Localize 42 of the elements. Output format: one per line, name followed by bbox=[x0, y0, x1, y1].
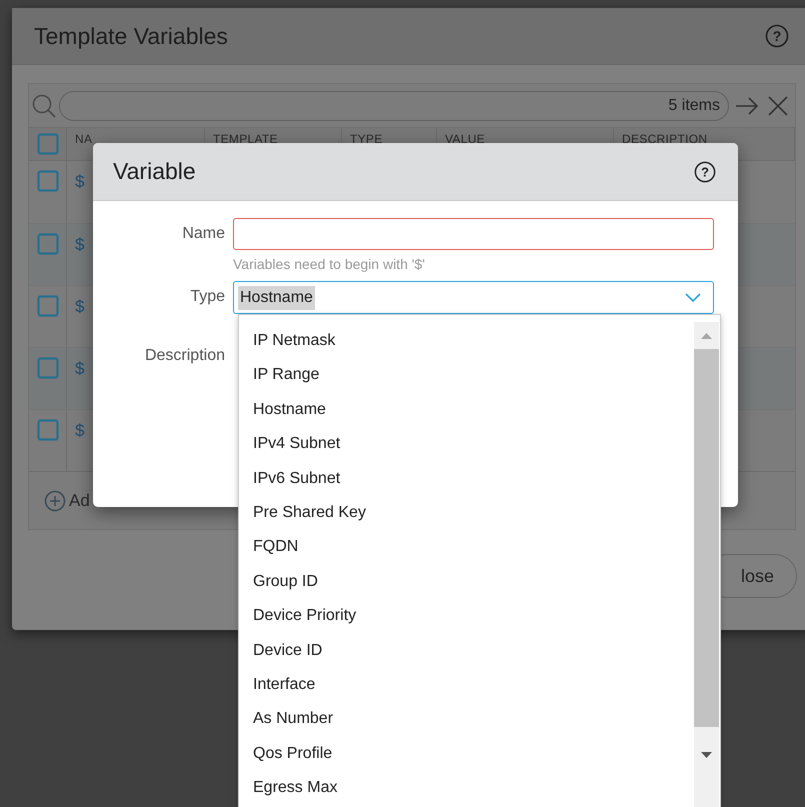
scrollbar[interactable] bbox=[694, 322, 719, 807]
dropdown-option[interactable]: IPv6 Subnet bbox=[239, 462, 694, 496]
checkbox[interactable] bbox=[36, 170, 58, 192]
field-label: Type bbox=[190, 287, 225, 307]
item-count: 5 items bbox=[668, 96, 720, 116]
dropdown-option[interactable]: IP Range bbox=[239, 358, 694, 393]
search-icon[interactable] bbox=[31, 92, 57, 118]
chevron-down-icon bbox=[685, 292, 701, 302]
dropdown-option[interactable]: Qos Profile bbox=[239, 736, 694, 772]
dropdown-option[interactable]: Hostname bbox=[239, 392, 694, 428]
dialog-title: Template Variables bbox=[34, 22, 228, 51]
field-hint: Variables need to begin with '$' bbox=[233, 255, 426, 274]
field-label: Description bbox=[144, 346, 225, 366]
dropdown-option[interactable]: Device Priority bbox=[239, 599, 694, 634]
dropdown-option[interactable]: FQDN bbox=[239, 530, 694, 565]
dropdown-option[interactable]: Group ID bbox=[239, 564, 694, 600]
field-label: Name bbox=[182, 224, 225, 244]
search-field[interactable]: 5 items bbox=[59, 90, 729, 120]
table-cell: $ bbox=[75, 172, 84, 191]
dropdown-option[interactable]: IPv4 Subnet bbox=[239, 427, 694, 462]
checkbox[interactable] bbox=[36, 295, 58, 317]
close-icon[interactable] bbox=[767, 94, 789, 116]
checkbox[interactable] bbox=[36, 233, 58, 255]
dropdown-option[interactable]: Interface bbox=[239, 668, 694, 702]
name-input-field[interactable] bbox=[233, 218, 714, 250]
help-icon[interactable]: ? bbox=[694, 160, 716, 182]
dropdown-option[interactable]: As Number bbox=[239, 702, 694, 737]
add-icon[interactable] bbox=[44, 490, 66, 512]
dropdown-option[interactable]: Pre Shared Key bbox=[239, 496, 694, 530]
table-cell: $ bbox=[75, 235, 84, 254]
checkbox[interactable] bbox=[36, 357, 58, 379]
scrollbar-thumb[interactable] bbox=[694, 349, 719, 727]
dropdown-option[interactable]: Device ID bbox=[239, 634, 694, 668]
dialog-title: Variable bbox=[113, 157, 196, 186]
checkbox[interactable] bbox=[36, 419, 58, 441]
table-cell: $ bbox=[75, 359, 84, 378]
table-cell: $ bbox=[75, 297, 84, 316]
dropdown-option[interactable]: Egress Max bbox=[239, 771, 694, 806]
arrow-right-icon[interactable] bbox=[735, 96, 759, 116]
checkbox[interactable] bbox=[36, 133, 58, 155]
dropdown-option[interactable]: IP Netmask bbox=[239, 324, 694, 358]
table-cell: $ bbox=[75, 421, 84, 440]
